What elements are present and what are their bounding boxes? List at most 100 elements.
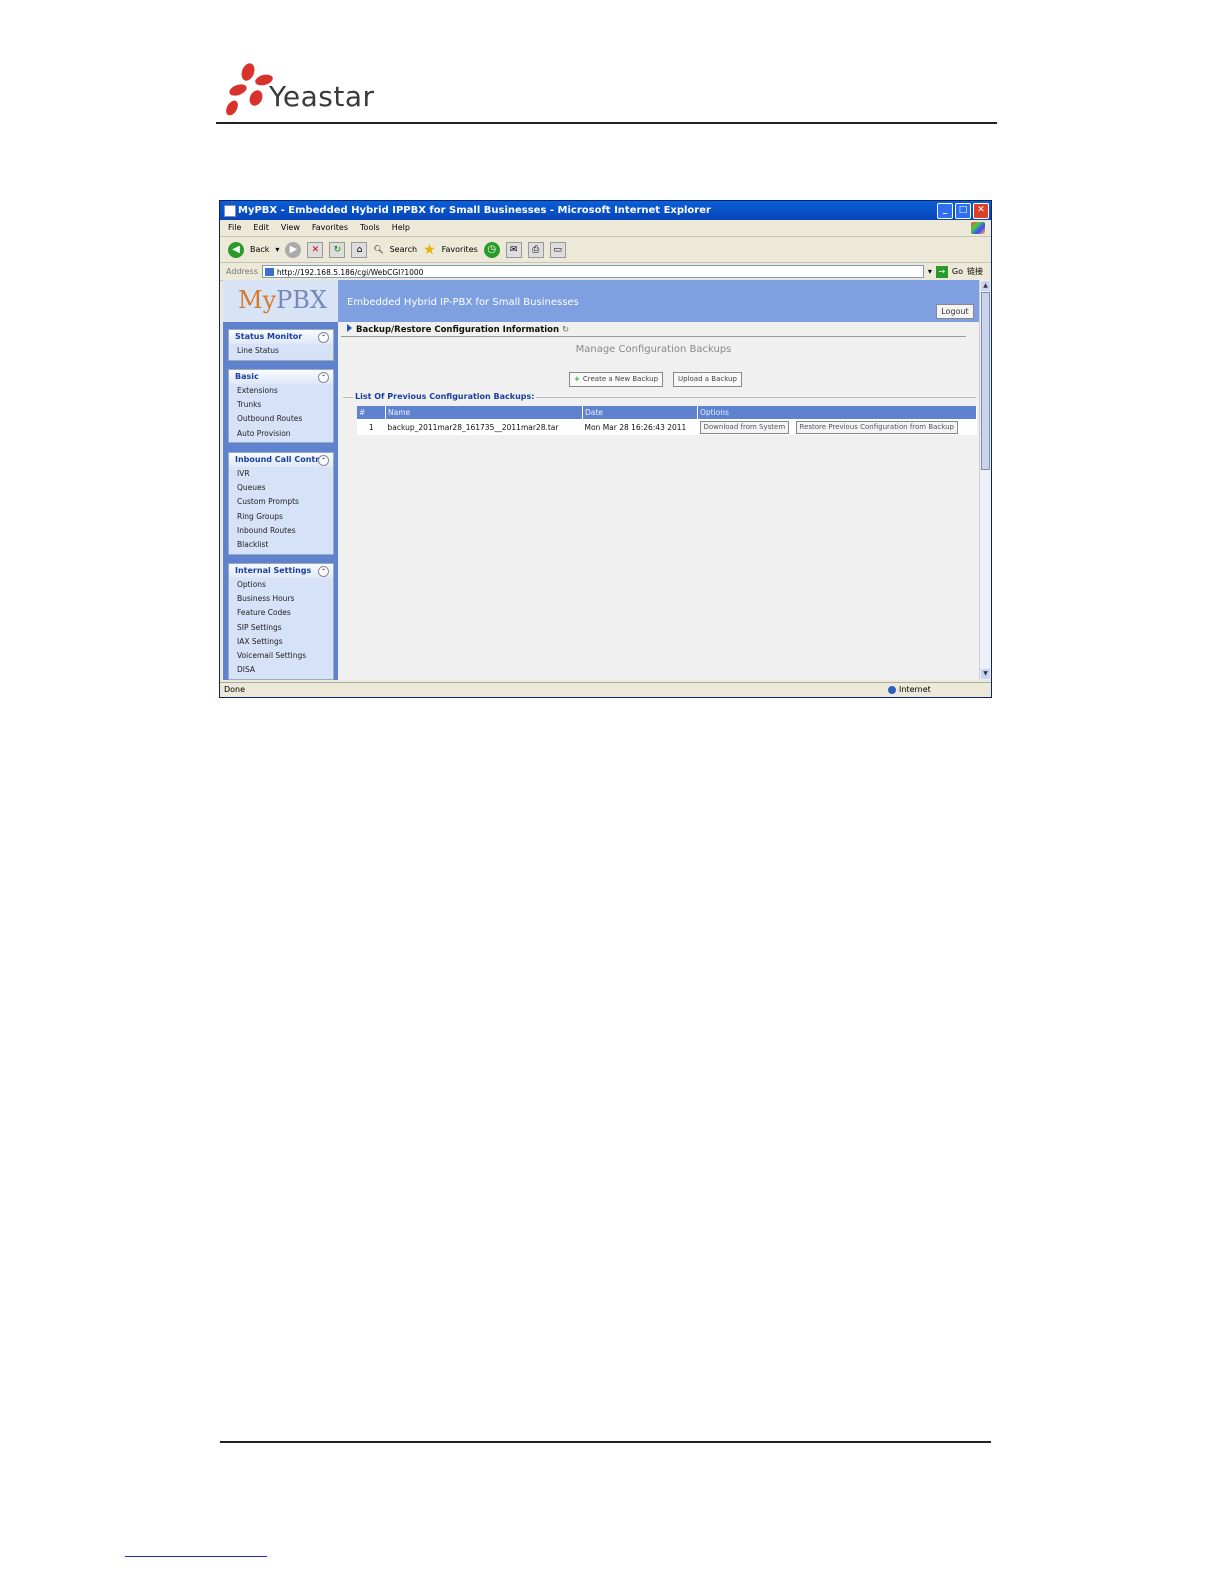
main-panel: Backup/Restore Configuration Information… bbox=[341, 322, 977, 680]
logout-button[interactable]: Logout bbox=[936, 304, 974, 319]
create-backup-label: Create a New Backup bbox=[582, 375, 659, 383]
scroll-thumb[interactable] bbox=[981, 292, 990, 470]
logo-pbx: PBX bbox=[276, 286, 328, 314]
status-text: Done bbox=[224, 685, 246, 694]
minimize-icon[interactable]: _ bbox=[937, 203, 953, 219]
menu-view[interactable]: View bbox=[281, 220, 300, 236]
sidebar-group-title[interactable]: Status Monitor ⌃ bbox=[229, 330, 333, 344]
sidebar-item-ring-groups[interactable]: Ring Groups bbox=[229, 510, 333, 524]
brand-name: Yeastar bbox=[269, 80, 375, 113]
sidebar-item-sip-settings[interactable]: SIP Settings bbox=[229, 621, 333, 635]
back-arrow-icon[interactable]: ◀ bbox=[228, 241, 244, 258]
collapse-icon[interactable]: ⌃ bbox=[318, 455, 329, 466]
window-titlebar: MyPBX - Embedded Hybrid IPPBX for Small … bbox=[220, 201, 991, 220]
group-title-text: Inbound Call Control bbox=[235, 455, 328, 464]
address-dropdown-icon[interactable]: ▾ bbox=[928, 267, 932, 276]
sidebar-item-trunks[interactable]: Trunks bbox=[229, 398, 333, 412]
home-icon[interactable]: ⌂ bbox=[351, 241, 368, 258]
collapse-icon[interactable]: ⌃ bbox=[318, 332, 329, 343]
sidebar-item-custom-prompts[interactable]: Custom Prompts bbox=[229, 495, 333, 509]
sidebar-item-options[interactable]: Options bbox=[229, 578, 333, 592]
menu-file[interactable]: File bbox=[228, 220, 241, 236]
menu-help[interactable]: Help bbox=[392, 220, 410, 236]
sidebar-item-feature-codes[interactable]: Feature Codes bbox=[229, 606, 333, 620]
sidebar-item-line-status[interactable]: Line Status bbox=[229, 344, 333, 358]
browser-toolbar: ◀ Back ▾ ▶ ✕ ↻ ⌂ 🔍︎ Search ★ Favorites ◷… bbox=[220, 237, 991, 263]
edit-icon[interactable]: ▭ bbox=[549, 241, 566, 258]
links-label[interactable]: 链接 bbox=[967, 266, 983, 277]
browser-window: MyPBX - Embedded Hybrid IPPBX for Small … bbox=[219, 200, 992, 698]
refresh-icon[interactable]: ↻ bbox=[329, 241, 346, 258]
forward-arrow-icon[interactable]: ▶ bbox=[285, 241, 302, 258]
sidebar-item-ivr[interactable]: IVR bbox=[229, 467, 333, 481]
address-label: Address bbox=[226, 267, 258, 276]
history-icon[interactable]: ◷ bbox=[483, 241, 500, 258]
search-label[interactable]: Search bbox=[390, 245, 417, 254]
sidebar-item-blacklist[interactable]: Blacklist bbox=[229, 538, 333, 552]
windows-logo-icon bbox=[971, 222, 985, 234]
column-header-num: # bbox=[357, 406, 386, 419]
maximize-icon[interactable]: □ bbox=[955, 203, 971, 219]
chevron-down-icon[interactable]: ▾ bbox=[275, 245, 279, 254]
sidebar-group-status-monitor: Status Monitor ⌃ Line Status bbox=[228, 329, 334, 361]
breadcrumb-divider bbox=[341, 336, 966, 337]
create-backup-button[interactable]: + Create a New Backup bbox=[569, 372, 664, 387]
search-icon[interactable]: 🔍︎ bbox=[373, 245, 383, 254]
download-from-system-button[interactable]: Download from System bbox=[699, 420, 790, 434]
status-zone-text: Internet bbox=[899, 685, 931, 694]
ie-page-icon bbox=[224, 205, 236, 217]
table-row: 1 backup_2011mar28_161735__2011mar28.tar… bbox=[357, 419, 977, 435]
collapse-icon[interactable]: ⌃ bbox=[318, 566, 329, 577]
backup-list-title: List Of Previous Configuration Backups: bbox=[353, 392, 537, 401]
scroll-up-icon[interactable]: ▲ bbox=[981, 281, 990, 291]
breadcrumb-text: Backup/Restore Configuration Information bbox=[356, 325, 560, 335]
sidebar-group-title[interactable]: Basic ⌃ bbox=[229, 370, 333, 384]
column-header-name: Name bbox=[385, 406, 583, 419]
sidebar-group-basic: Basic ⌃ Extensions Trunks Outbound Routes… bbox=[228, 369, 334, 443]
favorites-star-icon[interactable]: ★ bbox=[423, 242, 436, 258]
sidebar-item-auto-provision[interactable]: Auto Provision bbox=[229, 427, 333, 441]
stop-icon[interactable]: ✕ bbox=[307, 241, 324, 258]
menu-edit[interactable]: Edit bbox=[253, 220, 269, 236]
group-title-text: Status Monitor bbox=[235, 332, 303, 341]
vertical-scrollbar[interactable]: ▲ ▼ bbox=[979, 280, 991, 680]
sidebar-item-disa[interactable]: DISA bbox=[229, 663, 333, 677]
print-icon[interactable]: ⎙ bbox=[527, 241, 544, 258]
page-content: MyPBX Embedded Hybrid IP-PBX for Small B… bbox=[223, 280, 979, 680]
window-title: MyPBX - Embedded Hybrid IPPBX for Small … bbox=[238, 205, 711, 216]
banner-title: Embedded Hybrid IP-PBX for Small Busines… bbox=[347, 297, 579, 308]
footer-divider bbox=[220, 1441, 991, 1443]
mail-icon[interactable]: ✉ bbox=[505, 241, 522, 258]
address-bar: Address http://192.168.5.186/cgi/WebCGI?… bbox=[220, 263, 991, 281]
upload-backup-button[interactable]: Upload a Backup bbox=[673, 372, 742, 387]
menu-tools[interactable]: Tools bbox=[360, 220, 380, 236]
sidebar-item-outbound-routes[interactable]: Outbound Routes bbox=[229, 412, 333, 426]
sidebar-group-title[interactable]: Internal Settings ⌃ bbox=[229, 564, 333, 578]
scroll-down-icon[interactable]: ▼ bbox=[981, 669, 990, 679]
sidebar-item-inbound-routes[interactable]: Inbound Routes bbox=[229, 524, 333, 538]
sidebar-item-queues[interactable]: Queues bbox=[229, 481, 333, 495]
favorites-label[interactable]: Favorites bbox=[442, 245, 478, 254]
refresh-small-icon[interactable]: ↻ bbox=[562, 325, 569, 335]
sidebar-item-iax-settings[interactable]: IAX Settings bbox=[229, 635, 333, 649]
go-label[interactable]: Go bbox=[952, 267, 963, 276]
sidebar: Status Monitor ⌃ Line Status Basic ⌃ Exten… bbox=[223, 322, 338, 680]
sidebar-group-title[interactable]: Inbound Call Control ⌃ bbox=[229, 453, 333, 467]
menu-favorites[interactable]: Favorites bbox=[312, 220, 348, 236]
address-input[interactable]: http://192.168.5.186/cgi/WebCGI?1000 bbox=[261, 265, 924, 278]
go-arrow-icon[interactable]: → bbox=[935, 265, 948, 278]
collapse-icon[interactable]: ⌃ bbox=[318, 372, 329, 383]
sidebar-group-inbound-call-control: Inbound Call Control ⌃ IVR Queues Custom … bbox=[228, 452, 334, 555]
header-divider bbox=[216, 122, 997, 124]
column-header-date: Date bbox=[582, 406, 698, 419]
status-bar: Done Internet bbox=[220, 682, 991, 697]
back-label[interactable]: Back bbox=[250, 245, 269, 254]
sidebar-item-voicemail-settings[interactable]: Voicemail Settings bbox=[229, 649, 333, 663]
row-options: Download from System Restore Previous Co… bbox=[697, 419, 977, 435]
sidebar-item-business-hours[interactable]: Business Hours bbox=[229, 592, 333, 606]
restore-from-backup-button[interactable]: Restore Previous Configuration from Back… bbox=[795, 420, 958, 434]
backup-table: # Name Date Options 1 backup_2011mar28_1… bbox=[357, 406, 977, 435]
close-icon[interactable]: ✕ bbox=[973, 203, 989, 219]
globe-icon bbox=[888, 685, 896, 694]
sidebar-item-extensions[interactable]: Extensions bbox=[229, 384, 333, 398]
